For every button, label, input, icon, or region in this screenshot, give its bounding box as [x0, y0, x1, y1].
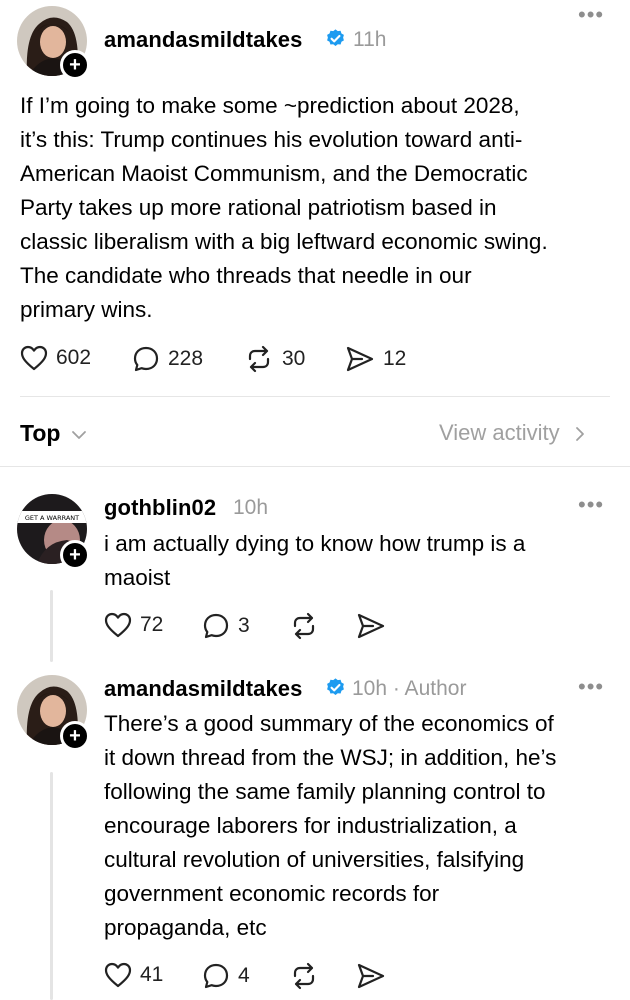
divider: [0, 466, 630, 467]
reply-button[interactable]: 4: [202, 962, 250, 990]
share-button[interactable]: 12: [345, 345, 406, 373]
verified-badge-icon: [327, 678, 344, 695]
repost-button[interactable]: [289, 612, 319, 640]
send-paper-plane-icon: [357, 963, 385, 989]
repost-button[interactable]: 30: [244, 345, 305, 373]
post-body: If I’m going to make some ~prediction ab…: [20, 89, 620, 327]
heart-icon: [104, 962, 132, 988]
reply-time: 10h: [352, 677, 388, 700]
reply-avatar[interactable]: +: [17, 675, 90, 751]
comment-bubble-icon: [133, 346, 159, 372]
reply-body-line: i am actually dying to know how trump is…: [104, 531, 526, 556]
reply-body-line: maoist: [104, 565, 171, 590]
chevron-down-icon: [71, 431, 86, 439]
reply-avatar[interactable]: GET A WARRANT +: [17, 494, 90, 570]
send-paper-plane-icon: [346, 346, 374, 372]
share-button[interactable]: [356, 962, 386, 990]
divider: [20, 396, 610, 397]
author-tag: · Author: [392, 677, 467, 700]
post-body-line: American Maoist Communism, and the Democ…: [20, 161, 528, 186]
comment-bubble-icon: [203, 963, 229, 989]
like-button[interactable]: 72: [104, 612, 163, 638]
reply-username[interactable]: amandasmildtakes: [104, 676, 302, 702]
post-body-line: Party takes up more rational patriotism …: [20, 195, 497, 220]
post-body-line: primary wins.: [20, 297, 153, 322]
reply-body-line: propaganda, etc: [104, 915, 267, 940]
thread-connector: [50, 590, 53, 662]
reply-body-line: government economic records for: [104, 881, 440, 906]
reply-body-line: There’s a good summary of the economics …: [104, 711, 554, 736]
sort-label: Top: [20, 420, 61, 446]
follow-plus-icon[interactable]: +: [60, 50, 90, 80]
reply-count: 3: [238, 614, 250, 637]
avatar-caption: GET A WARRANT: [25, 514, 79, 522]
follow-plus-icon[interactable]: +: [60, 540, 90, 570]
more-horizontal-icon[interactable]: •••: [578, 4, 604, 26]
sort-dropdown[interactable]: Top: [20, 420, 87, 447]
reply-count: 228: [168, 347, 204, 370]
reply-timestamp: 10h: [233, 496, 269, 519]
thread-connector: [50, 772, 53, 1000]
post-body-line: classic liberalism with a big leftward e…: [20, 229, 548, 254]
reply-body-line: it down thread from the WSJ; in addition…: [104, 745, 557, 770]
like-button[interactable]: 41: [104, 962, 163, 988]
post-body-line: If I’m going to make some ~prediction ab…: [20, 93, 520, 118]
reply-body-line: following the same family planning contr…: [104, 779, 546, 804]
reply-body-line: encourage laborers for industrialization…: [104, 813, 517, 838]
heart-icon: [20, 345, 48, 371]
post-body-line: The candidate who threads that needle in…: [20, 263, 472, 288]
reply-body-line: cultural revolution of universities, fal…: [104, 847, 525, 872]
like-count: 41: [140, 963, 164, 986]
repost-button[interactable]: [289, 962, 319, 990]
share-count: 12: [383, 347, 407, 370]
repost-arrows-icon: [293, 962, 315, 990]
comment-bubble-icon: [203, 613, 229, 639]
reply-button[interactable]: 228: [132, 345, 203, 373]
heart-icon: [104, 612, 132, 638]
chevron-right-icon: [575, 427, 584, 442]
post-body-line: it’s this: Trump continues his evolution…: [20, 127, 523, 152]
send-paper-plane-icon: [357, 613, 385, 639]
like-count: 602: [56, 346, 92, 369]
view-activity-label: View activity: [439, 420, 560, 445]
reply-button[interactable]: 3: [202, 612, 250, 640]
reply-body: There’s a good summary of the economics …: [104, 707, 624, 945]
reply-timestamp: 10h · Author: [352, 677, 466, 701]
reply-username[interactable]: gothblin02: [104, 495, 216, 521]
post-username[interactable]: amandasmildtakes: [104, 27, 302, 53]
author-avatar[interactable]: +: [17, 6, 90, 80]
repost-arrows-icon: [248, 345, 270, 373]
follow-plus-icon[interactable]: +: [60, 721, 90, 751]
share-button[interactable]: [356, 612, 386, 640]
verified-badge-icon: [327, 29, 344, 46]
repost-count: 30: [282, 347, 306, 370]
post-timestamp: 11h: [353, 28, 387, 51]
reply-body: i am actually dying to know how trump is…: [104, 527, 614, 595]
view-activity-link[interactable]: View activity: [439, 420, 586, 446]
repost-arrows-icon: [293, 612, 315, 640]
reply-count: 4: [238, 964, 250, 987]
like-count: 72: [140, 613, 164, 636]
like-button[interactable]: 602: [20, 345, 91, 371]
more-horizontal-icon[interactable]: •••: [578, 676, 604, 698]
more-horizontal-icon[interactable]: •••: [578, 494, 604, 516]
